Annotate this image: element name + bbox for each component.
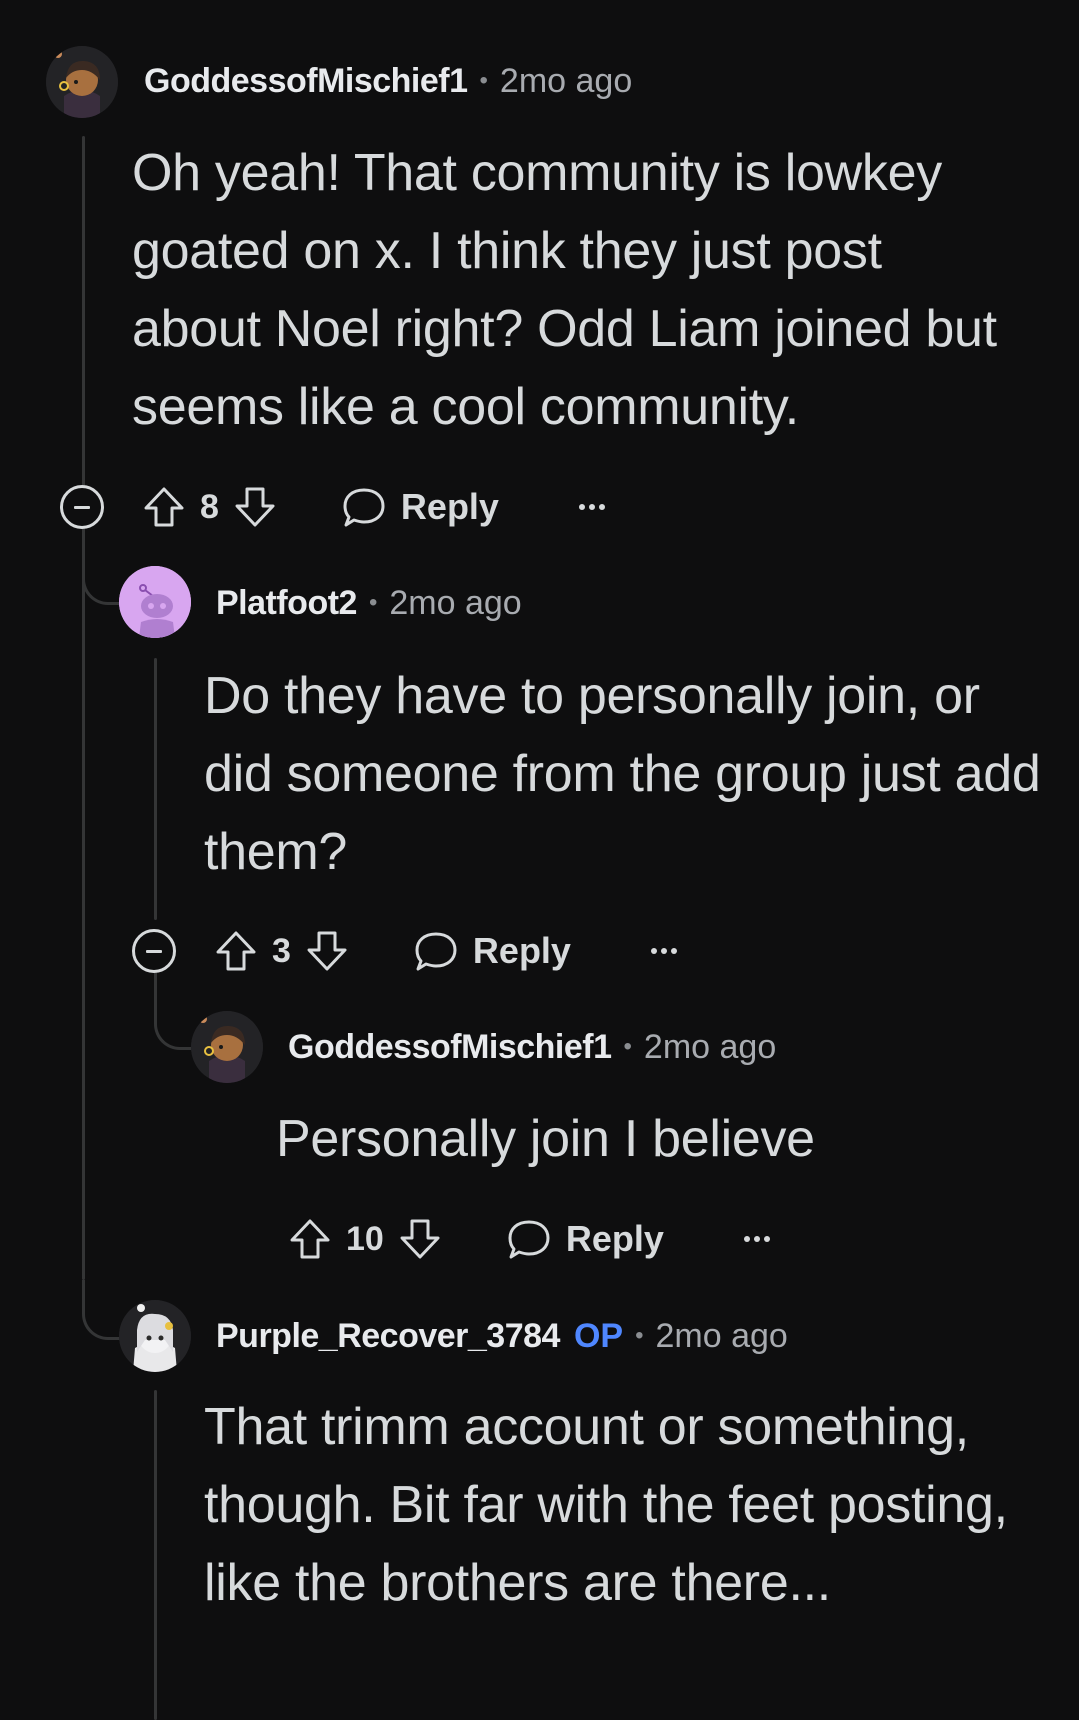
more-options-button[interactable] — [743, 1236, 770, 1242]
timestamp: 2mo ago — [499, 61, 633, 100]
separator-dot: • — [623, 1033, 632, 1060]
reply-button[interactable]: Reply — [341, 485, 499, 529]
downvote-button[interactable] — [233, 485, 277, 529]
ellipsis-icon — [650, 948, 657, 954]
avatar[interactable] — [119, 1300, 191, 1372]
username[interactable]: Platfoot2 — [216, 584, 357, 623]
collapse-thread-button[interactable] — [60, 485, 104, 529]
vote-count: 8 — [200, 487, 219, 526]
upvote-button[interactable] — [214, 929, 258, 973]
avatar[interactable] — [46, 46, 118, 118]
comment-meta: Purple_Recover_3784 OP • 2mo ago — [216, 1311, 788, 1361]
user-avatar-illustration — [191, 1011, 263, 1083]
vote-count: 3 — [272, 931, 291, 970]
upvote-button[interactable] — [288, 1217, 332, 1261]
op-badge: OP — [573, 1316, 624, 1355]
downvote-arrow-icon — [400, 1219, 440, 1259]
thread-line-level-0 — [82, 136, 85, 496]
comment-actions: 10 Reply — [288, 1209, 770, 1269]
downvote-arrow-icon — [235, 487, 275, 527]
separator-dot: • — [635, 1322, 644, 1349]
thread-line-level-0-continued — [82, 525, 85, 1280]
comment-actions: 8 Reply — [60, 477, 605, 537]
ellipsis-icon — [743, 1236, 750, 1242]
comment-body: That trimm account or something, though.… — [204, 1398, 1008, 1612]
upvote-arrow-icon — [144, 487, 184, 527]
thread-elbow-op — [82, 1280, 123, 1340]
more-options-button[interactable] — [650, 948, 677, 954]
downvote-arrow-icon — [307, 931, 347, 971]
username[interactable]: Purple_Recover_3784 — [216, 1317, 560, 1356]
upvote-arrow-icon — [216, 931, 256, 971]
comment-body: Personally join I believe — [276, 1110, 815, 1168]
downvote-button[interactable] — [398, 1217, 442, 1261]
speech-bubble-icon — [508, 1220, 550, 1259]
reply-label: Reply — [472, 930, 571, 971]
timestamp: 2mo ago — [389, 583, 522, 622]
reply-label: Reply — [400, 486, 499, 527]
thread-elbow-platfoot — [82, 560, 123, 605]
timestamp: 2mo ago — [643, 1027, 777, 1066]
downvote-button[interactable] — [305, 929, 349, 973]
user-avatar-illustration — [119, 1300, 191, 1372]
separator-dot: • — [479, 67, 488, 94]
separator-dot: • — [368, 589, 378, 616]
comment-body: Do they have to personally join, or did … — [204, 667, 1041, 881]
timestamp: 2mo ago — [655, 1316, 788, 1355]
user-avatar-illustration — [46, 46, 118, 118]
more-options-button[interactable] — [578, 504, 605, 510]
comment-meta: GoddessofMischief1 • 2mo ago — [288, 1022, 776, 1072]
comment-meta: Platfoot2 • 2mo ago — [216, 578, 522, 628]
avatar[interactable] — [119, 566, 191, 638]
reply-button[interactable]: Reply — [506, 1217, 664, 1261]
thread-line-level-1 — [154, 658, 157, 920]
collapse-thread-button[interactable] — [132, 929, 176, 973]
comment-actions: 3 Reply — [132, 921, 677, 981]
collapse-minus-icon — [74, 505, 90, 509]
speech-bubble-icon — [343, 488, 385, 527]
collapse-minus-icon — [146, 949, 162, 953]
upvote-arrow-icon — [290, 1219, 330, 1259]
username[interactable]: GoddessofMischief1 — [144, 62, 468, 101]
reply-label: Reply — [565, 1218, 664, 1259]
thread-line-op — [154, 1390, 157, 1720]
default-snoo-avatar — [119, 566, 191, 638]
ellipsis-icon — [578, 504, 585, 510]
reply-button[interactable]: Reply — [413, 929, 571, 973]
comment-meta: GoddessofMischief1 • 2mo ago — [144, 56, 632, 106]
username[interactable]: GoddessofMischief1 — [288, 1028, 612, 1067]
upvote-button[interactable] — [142, 485, 186, 529]
comment-body: Oh yeah! That community is lowkey goated… — [132, 144, 997, 436]
speech-bubble-icon — [415, 932, 457, 971]
avatar[interactable] — [191, 1011, 263, 1083]
vote-count: 10 — [346, 1219, 384, 1258]
